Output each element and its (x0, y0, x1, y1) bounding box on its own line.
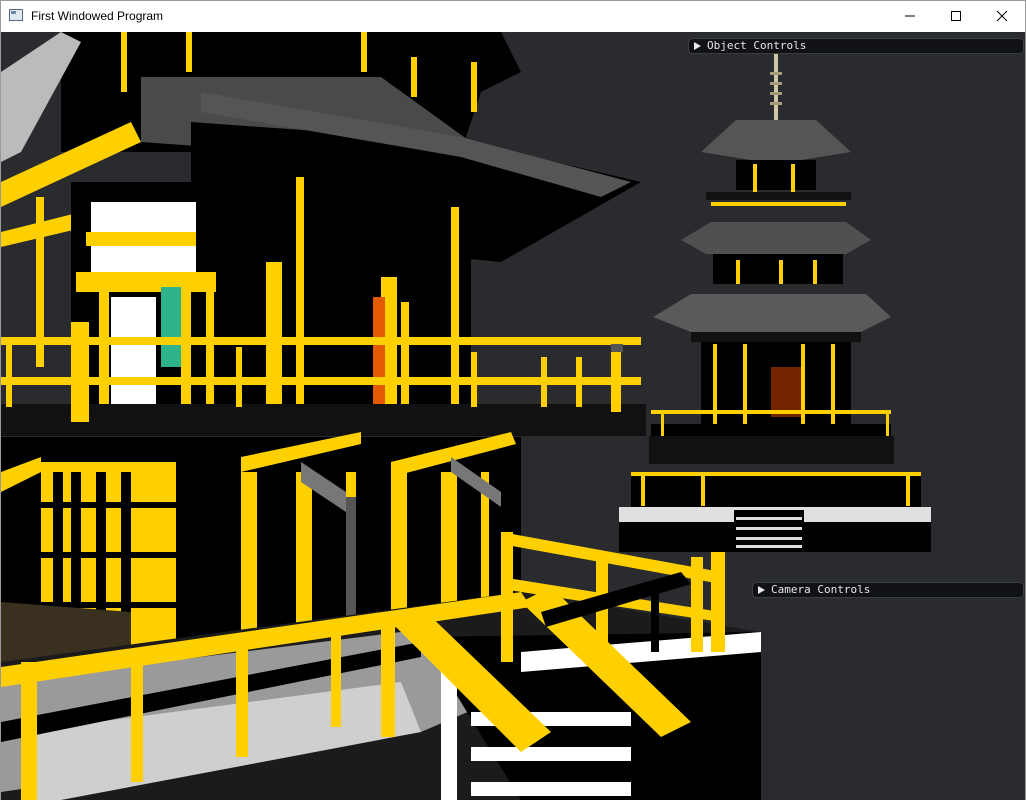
foreground-temple (1, 32, 761, 800)
maximize-icon (951, 11, 961, 21)
collapse-arrow-icon[interactable] (694, 42, 701, 50)
minimize-button[interactable] (887, 1, 933, 31)
camera-controls-header[interactable]: Camera Controls (752, 582, 1024, 598)
collapse-arrow-icon[interactable] (758, 586, 765, 594)
object-controls-label: Object Controls (707, 39, 807, 52)
maximize-button[interactable] (933, 1, 979, 31)
app-window-icon (9, 9, 23, 21)
object-controls-header[interactable]: Object Controls (688, 38, 1024, 54)
distant-pagoda (619, 50, 931, 552)
camera-controls-label: Camera Controls (771, 583, 871, 596)
temple-scene (1, 32, 931, 800)
render-viewport[interactable]: Object Controls Camera Controls (1, 32, 1025, 800)
window-title: First Windowed Program (31, 9, 164, 23)
title-bar[interactable]: First Windowed Program (1, 1, 1025, 31)
minimize-icon (905, 15, 915, 17)
app-window: First Windowed Program Object Controls C… (0, 0, 1026, 800)
close-button[interactable] (979, 1, 1025, 31)
close-icon (996, 10, 1008, 22)
